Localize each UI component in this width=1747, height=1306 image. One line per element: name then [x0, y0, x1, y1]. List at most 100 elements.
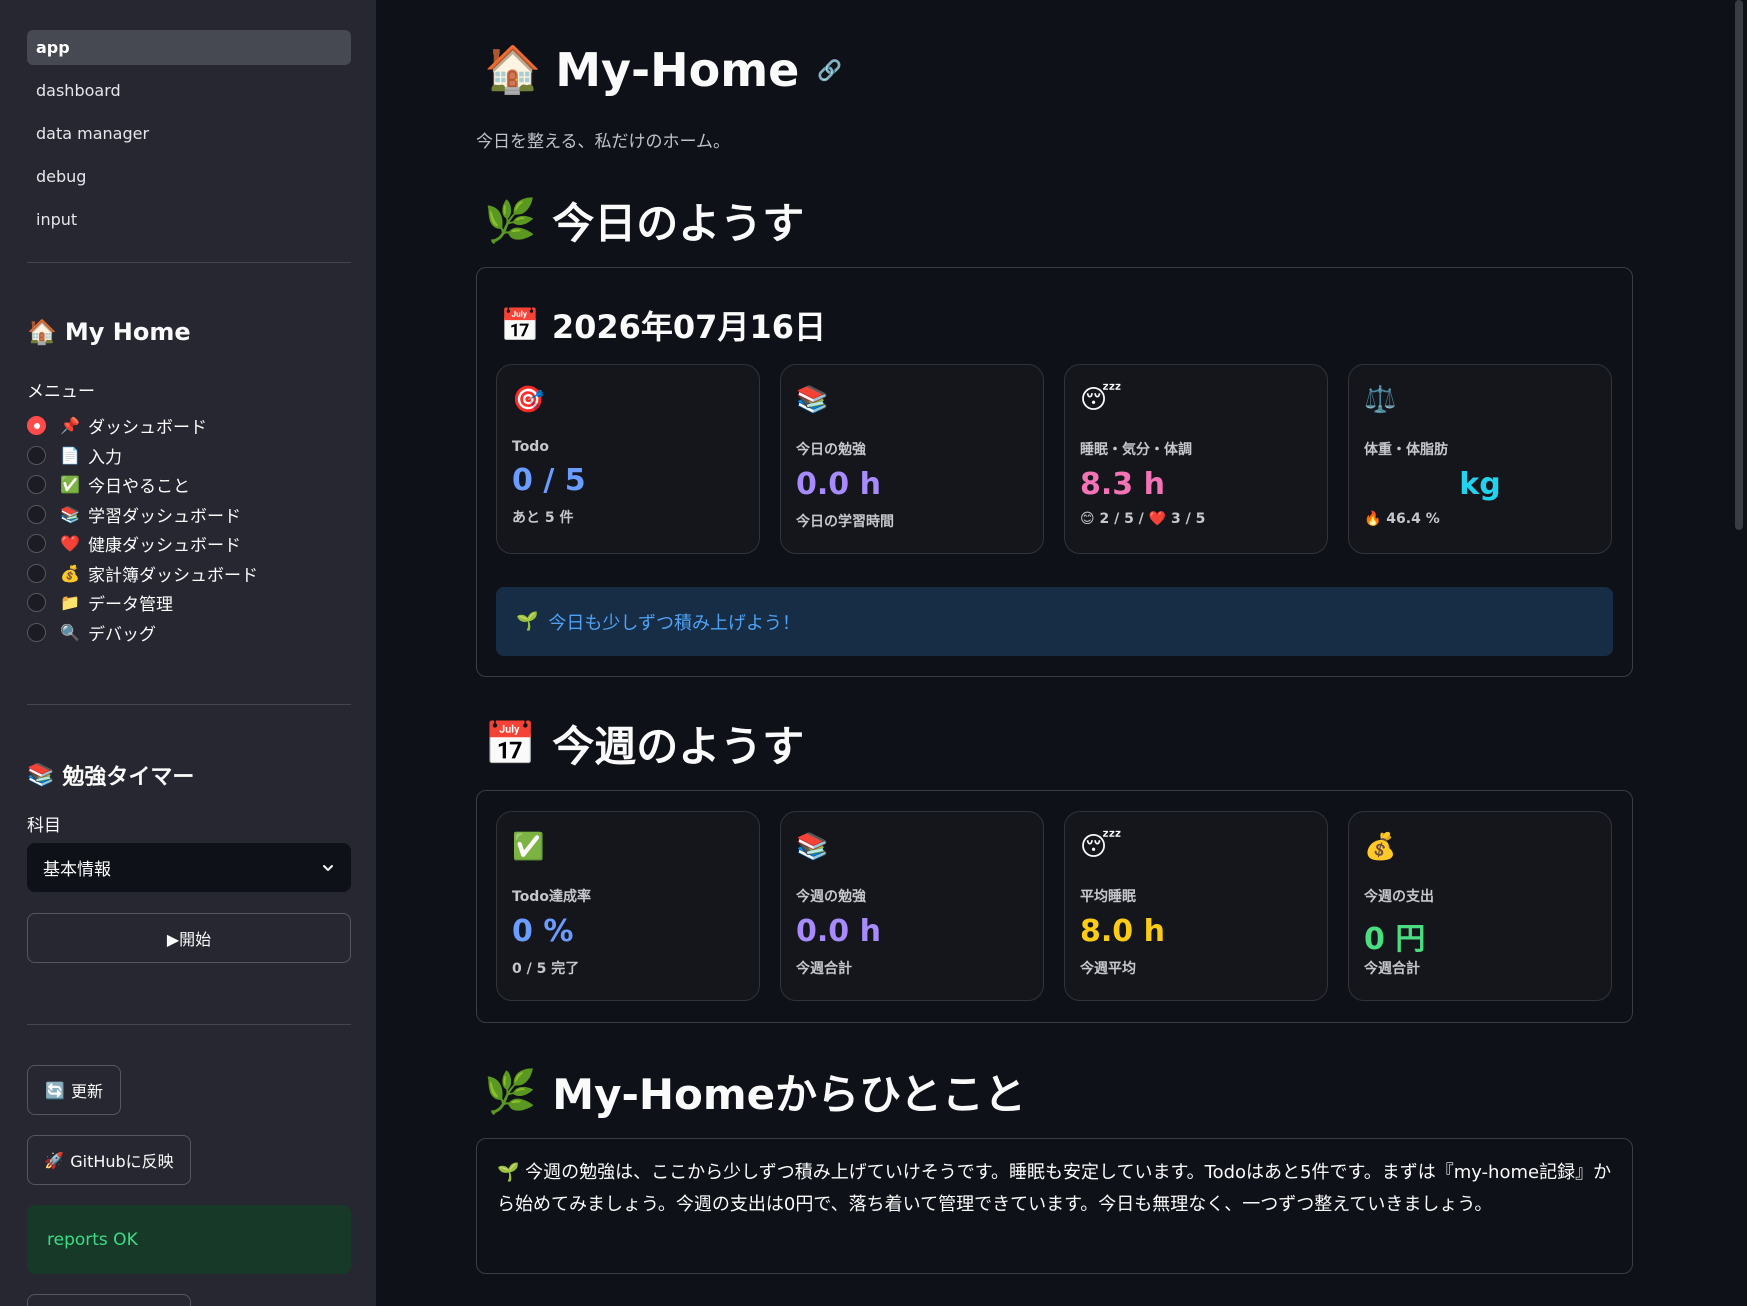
today-date: 📅 2026年07月16日 — [500, 302, 826, 348]
card-label: 今週の支出 — [1364, 889, 1434, 905]
main-content: 🏠 My-Home 🔗 今日を整える、私だけのホーム。 🌿 今日のようす 📅 2… — [376, 0, 1747, 1306]
subject-select[interactable]: 基本情報 — [27, 843, 351, 892]
card-label: 今週の勉強 — [796, 889, 866, 905]
radio[interactable] — [27, 475, 46, 495]
refresh-button[interactable]: 🔄 更新 — [27, 1065, 121, 1115]
menu-item-label: 入力 — [88, 447, 122, 468]
message-box: 🌱 今週の勉強は、ここから少しずつ積み上げていけそうです。睡眠も安定しています。… — [476, 1138, 1633, 1274]
money-bag-icon: 💰 — [1364, 832, 1397, 862]
week-card-expense: 💰 今週の支出 0 円 今週合計 — [1348, 811, 1612, 1001]
start-timer-button[interactable]: ▶開始 — [27, 913, 351, 963]
scale-icon: ⚖️ — [1364, 385, 1397, 415]
sidebar-divider — [27, 704, 351, 705]
target-icon: 🎯 — [512, 385, 545, 415]
week-cards: ✅ Todo達成率 0 % 0 / 5 完了 📚 今週の勉強 0.0 h 今週合… — [496, 811, 1612, 1001]
heart-icon: ❤️ — [60, 534, 80, 554]
sidebar-divider — [27, 1024, 351, 1025]
github-button-label: GitHubに反映 — [70, 1152, 174, 1171]
study-timer-title-text: 勉強タイマー — [62, 765, 195, 790]
today-date-text: 2026年07月16日 — [551, 308, 826, 346]
sidebar-title: 🏠 My Home — [27, 318, 191, 346]
radio[interactable] — [27, 563, 46, 583]
menu-item-label: データ管理 — [88, 595, 173, 616]
books-icon: 📚 — [60, 504, 80, 524]
message-text: 今週の勉強は、ここから少しずつ積み上げていけそうです。睡眠も安定しています。To… — [497, 1162, 1612, 1215]
card-sub: 今週合計 — [796, 961, 852, 977]
books-icon: 📚 — [27, 762, 55, 788]
subject-select-value: 基本情報 — [43, 860, 111, 880]
nav-link-debug[interactable]: debug — [27, 159, 351, 194]
scrollbar[interactable] — [1735, 0, 1743, 530]
radio[interactable] — [27, 504, 46, 524]
menu-item-label: 今日やること — [88, 477, 190, 498]
radio-selected[interactable] — [27, 416, 46, 436]
subject-label: 科目 — [27, 816, 61, 836]
message-heading: 🌿 My-Homeからひとこと — [484, 1061, 1026, 1122]
books-icon: 📚 — [796, 385, 829, 415]
card-label: 今日の勉強 — [796, 442, 866, 458]
card-value: 0 円 — [1364, 922, 1426, 957]
nav-link-input[interactable]: input — [27, 202, 351, 237]
refresh-button-label: 更新 — [70, 1082, 103, 1101]
menu-item-health-dashboard[interactable]: ❤️ 健康ダッシュボード — [27, 529, 351, 559]
sleeping-face-icon: 😴 — [1080, 832, 1122, 862]
sidebar-divider — [27, 262, 351, 263]
menu-item-label: デバッグ — [88, 624, 156, 645]
encouragement-text: 今日も少しずつ積み上げよう！ — [548, 612, 801, 634]
card-label: Todo — [512, 439, 549, 455]
menu-item-data-manager[interactable]: 📁 データ管理 — [27, 588, 351, 618]
message-heading-text: My-Homeからひとこと — [552, 1070, 1026, 1119]
money-bag-icon: 💰 — [60, 563, 80, 583]
card-sub: 🔥 46.4 % — [1364, 511, 1440, 527]
partially-visible-button[interactable] — [27, 1294, 191, 1306]
menu-radio-group: 📌 ダッシュボード 📄 入力 ✅ 今日やること 📚 学習ダッシュボード ❤️ 健… — [27, 411, 351, 647]
radio[interactable] — [27, 593, 46, 613]
menu-item-study-dashboard[interactable]: 📚 学習ダッシュボード — [27, 500, 351, 530]
nav-link-app[interactable]: app — [27, 30, 351, 65]
menu-item-label: ダッシュボード — [88, 418, 207, 439]
sleeping-face-icon: 😴 — [1080, 385, 1122, 415]
today-card-sleep: 😴 睡眠・気分・体調 8.3 h 😊 2 / 5 / ❤️ 3 / 5 — [1064, 364, 1328, 554]
pushpin-icon: 📌 — [60, 416, 80, 436]
menu-item-input[interactable]: 📄 入力 — [27, 441, 351, 471]
seedling-icon: 🌱 — [516, 611, 539, 632]
nav-link-data-manager[interactable]: data manager — [27, 116, 351, 151]
week-card-study: 📚 今週の勉強 0.0 h 今週合計 — [780, 811, 1044, 1001]
menu-item-today-todo[interactable]: ✅ 今日やること — [27, 470, 351, 500]
radio[interactable] — [27, 445, 46, 465]
refresh-icon: 🔄 — [45, 1080, 65, 1100]
calendar-icon: 📅 — [484, 718, 537, 768]
nav-link-dashboard[interactable]: dashboard — [27, 73, 351, 108]
chevron-down-icon — [323, 864, 333, 871]
menu-item-budget-dashboard[interactable]: 💰 家計簿ダッシュボード — [27, 559, 351, 589]
study-timer-title: 📚 勉強タイマー — [27, 759, 194, 791]
card-value: 0 % — [512, 914, 574, 949]
card-value: 8.3 h — [1080, 467, 1165, 502]
rocket-icon: 🚀 — [44, 1150, 65, 1170]
card-label: 睡眠・気分・体調 — [1080, 442, 1192, 458]
card-sub: 0 / 5 完了 — [512, 961, 580, 977]
menu-item-debug[interactable]: 🔍 デバッグ — [27, 618, 351, 648]
today-card-weight: ⚖️ 体重・体脂肪 kg 🔥 46.4 % — [1348, 364, 1612, 554]
magnifier-icon: 🔍 — [60, 622, 80, 642]
github-push-button[interactable]: 🚀 GitHubに反映 — [27, 1135, 191, 1185]
card-value: 0.0 h — [796, 467, 881, 502]
card-sub: 今週合計 — [1364, 961, 1420, 977]
menu-item-label: 学習ダッシュボード — [88, 506, 241, 527]
herb-icon: 🌿 — [484, 1066, 537, 1116]
folder-icon: 📁 — [60, 593, 80, 613]
card-value: kg — [1459, 467, 1501, 502]
menu-label: メニュー — [27, 382, 95, 402]
page-title: 🏠 My-Home 🔗 — [484, 42, 842, 97]
herb-icon: 🌿 — [484, 195, 537, 245]
calendar-icon: 📅 — [500, 306, 540, 344]
card-sub: 今日の学習時間 — [796, 514, 894, 530]
radio[interactable] — [27, 622, 46, 642]
week-card-todo-rate: ✅ Todo達成率 0 % 0 / 5 完了 — [496, 811, 760, 1001]
card-sub: 😊 2 / 5 / ❤️ 3 / 5 — [1080, 511, 1206, 527]
menu-item-dashboard[interactable]: 📌 ダッシュボード — [27, 411, 351, 441]
radio[interactable] — [27, 534, 46, 554]
anchor-link-icon[interactable]: 🔗 — [817, 58, 842, 82]
card-value: 0 / 5 — [512, 463, 586, 498]
sidebar: app dashboard data manager debug input 🏠… — [0, 0, 376, 1306]
